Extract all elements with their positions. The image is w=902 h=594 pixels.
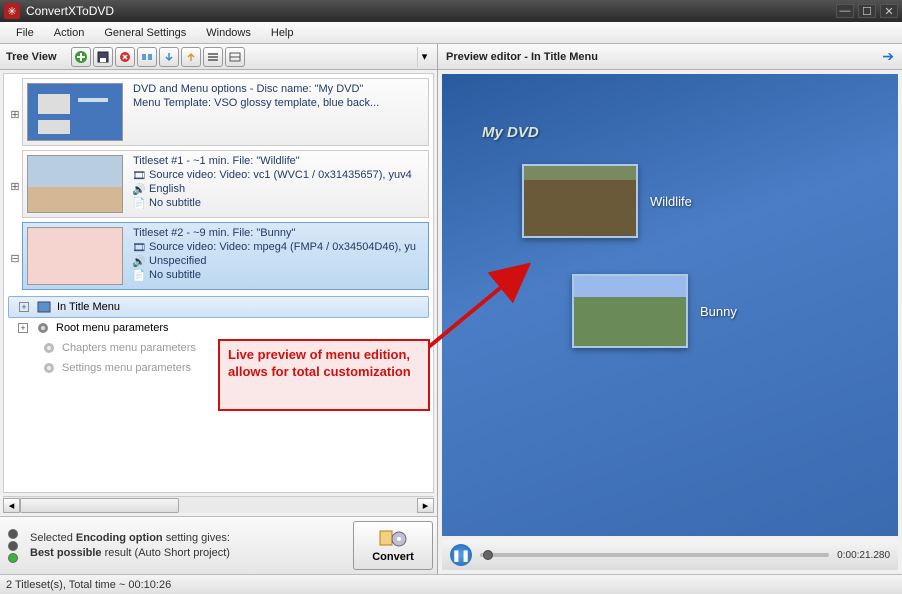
convert-label: Convert xyxy=(372,551,414,563)
minimize-button[interactable]: — xyxy=(836,4,854,18)
menubar: File Action General Settings Windows Hel… xyxy=(0,22,902,44)
time-display: 0:00:21.280 xyxy=(837,550,890,561)
save-button[interactable] xyxy=(93,47,113,67)
expand-icon[interactable]: + xyxy=(18,323,28,333)
audio-icon: 🔊 xyxy=(133,255,145,267)
annotation-callout: Live preview of menu edition, allows for… xyxy=(218,339,430,411)
video-icon: 🎞 xyxy=(133,169,145,181)
menu-help[interactable]: Help xyxy=(261,24,304,42)
gear-icon xyxy=(36,321,50,335)
remove-button[interactable] xyxy=(115,47,135,67)
titleset-1-source: Source video: Video: vc1 (WVC1 / 0x31435… xyxy=(149,169,412,181)
expand-icon[interactable]: + xyxy=(19,302,29,312)
bunny-thumbnail xyxy=(572,274,688,348)
settings-menu-label: Settings menu parameters xyxy=(62,362,191,374)
video-icon: 🎞 xyxy=(133,241,145,253)
next-arrow-button[interactable]: ➔ xyxy=(882,48,894,65)
detail-view-button[interactable] xyxy=(225,47,245,67)
move-down-button[interactable] xyxy=(159,47,179,67)
convert-icon xyxy=(379,529,407,549)
close-button[interactable]: ✕ xyxy=(880,4,898,18)
seek-handle[interactable] xyxy=(483,550,493,560)
titleset-1-title: Titleset #1 - ~1 min. File: "Wildlife" xyxy=(133,155,422,167)
tree-in-title-menu[interactable]: + In Title Menu xyxy=(8,296,429,318)
menu-file[interactable]: File xyxy=(6,24,44,42)
titleset-2-source: Source video: Video: mpeg4 (FMP4 / 0x345… xyxy=(149,241,416,253)
expand-titleset-2[interactable]: ⊟ xyxy=(8,222,22,294)
preview-header-title: Preview editor - In Title Menu xyxy=(446,51,882,63)
subtitle-icon: 📄 xyxy=(133,269,145,281)
statusbar: 2 Titleset(s), Total time ~ 00:10:26 xyxy=(0,574,902,594)
menu-general-settings[interactable]: General Settings xyxy=(94,24,196,42)
encoding-indicator xyxy=(4,521,22,570)
scroll-thumb[interactable] xyxy=(20,498,179,513)
tree-toolbar: Tree View ▾ xyxy=(0,44,437,70)
status-text: 2 Titleset(s), Total time ~ 00:10:26 xyxy=(6,579,171,591)
dvd-title-text: My DVD xyxy=(482,124,539,141)
titleset-1-sub: No subtitle xyxy=(149,197,201,209)
titleset-2-lang: Unspecified xyxy=(149,255,206,267)
dvd-menu-thumbnail[interactable] xyxy=(27,83,123,141)
tree-root-menu[interactable]: + Root menu parameters xyxy=(8,318,429,338)
app-icon: ✳ xyxy=(4,3,20,19)
wildlife-thumbnail xyxy=(522,164,638,238)
expand-titleset-1[interactable]: ⊞ xyxy=(8,150,22,222)
dvd-options-text: DVD and Menu options - Disc name: "My DV… xyxy=(133,83,422,95)
expand-dvd-node[interactable]: ⊞ xyxy=(8,78,22,150)
preview-canvas[interactable]: My DVD Wildlife Bunny xyxy=(442,74,898,536)
list-view-button[interactable] xyxy=(203,47,223,67)
titleset-2-thumbnail[interactable] xyxy=(27,227,123,285)
titleset-2-sub: No subtitle xyxy=(149,269,201,281)
maximize-button[interactable]: ☐ xyxy=(858,4,876,18)
pause-button[interactable]: ❚❚ xyxy=(450,544,472,566)
tree-view-label: Tree View xyxy=(6,51,57,63)
menu-icon xyxy=(37,300,51,314)
tree-area: ⊞ DVD and Menu options - Disc name: "My … xyxy=(3,73,434,493)
scroll-left-button[interactable]: ◂ xyxy=(3,498,20,513)
titleset-1-thumbnail[interactable] xyxy=(27,155,123,213)
scroll-right-button[interactable]: ▸ xyxy=(417,498,434,513)
gear-icon xyxy=(42,341,56,355)
horizontal-scrollbar[interactable]: ◂ ▸ xyxy=(3,496,434,513)
dvd-menu-item-bunny[interactable]: Bunny xyxy=(572,274,737,348)
toolbar-dropdown[interactable]: ▾ xyxy=(417,47,431,67)
in-title-menu-label: In Title Menu xyxy=(57,301,120,313)
convert-button[interactable]: Convert xyxy=(353,521,433,570)
seek-bar[interactable] xyxy=(480,553,829,557)
titleset-1-lang: English xyxy=(149,183,185,195)
menu-windows[interactable]: Windows xyxy=(196,24,261,42)
audio-icon: 🔊 xyxy=(133,183,145,195)
root-menu-label: Root menu parameters xyxy=(56,322,169,334)
dvd-menu-item-wildlife[interactable]: Wildlife xyxy=(522,164,692,238)
chapters-menu-label: Chapters menu parameters xyxy=(62,342,196,354)
window-title: ConvertXToDVD xyxy=(26,4,836,18)
wildlife-label: Wildlife xyxy=(650,194,692,209)
subtitle-icon: 📄 xyxy=(133,197,145,209)
bunny-label: Bunny xyxy=(700,304,737,319)
merge-button[interactable] xyxy=(137,47,157,67)
menu-action[interactable]: Action xyxy=(44,24,95,42)
encoding-text: Selected Encoding option setting gives: … xyxy=(30,521,345,570)
menu-template-text: Menu Template: VSO glossy template, blue… xyxy=(133,97,422,109)
titlebar: ✳ ConvertXToDVD — ☐ ✕ xyxy=(0,0,902,22)
move-up-button[interactable] xyxy=(181,47,201,67)
add-button[interactable] xyxy=(71,47,91,67)
titleset-2-title: Titleset #2 - ~9 min. File: "Bunny" xyxy=(133,227,422,239)
gear-icon xyxy=(42,361,56,375)
